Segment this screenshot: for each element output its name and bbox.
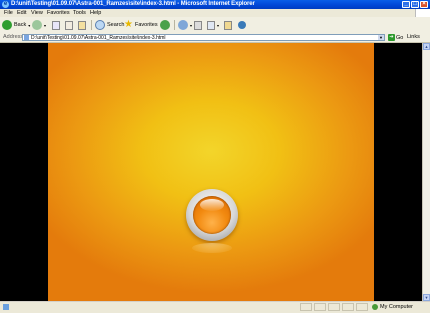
menu-edit[interactable]: Edit [17, 10, 26, 16]
address-bar: Address D:\unit\Testing\01.09.07\Astra-0… [0, 33, 430, 43]
toolbar-separator [91, 20, 92, 30]
security-zone: My Computer [372, 304, 413, 310]
mail-button[interactable]: ▾ [178, 19, 192, 31]
links-button[interactable]: Links [407, 34, 420, 40]
page-content: ▲ ▼ [0, 43, 430, 301]
refresh-icon [65, 20, 73, 30]
mail-icon [178, 20, 188, 30]
menu-favorites[interactable]: Favorites [47, 10, 70, 16]
computer-icon [372, 304, 378, 310]
back-arrow-icon [2, 20, 12, 30]
go-label: Go [396, 34, 404, 41]
title-bar: e D:\unit\Testing\01.09.07\Astra-001_Ram… [0, 0, 430, 9]
window-controls: _ □ × [402, 1, 428, 8]
folder-icon [224, 20, 232, 30]
address-value: D:\unit\Testing\01.09.07\Astra-001_Ramze… [31, 35, 166, 41]
scroll-up-icon[interactable]: ▲ [423, 43, 430, 50]
page-icon [24, 35, 29, 40]
ie-logo-icon: e [2, 1, 9, 8]
close-button[interactable]: × [420, 1, 428, 8]
favorites-label: Favorites [134, 22, 158, 28]
forward-dropdown-icon[interactable]: ▾ [44, 23, 46, 28]
stop-button[interactable] [52, 19, 60, 31]
zone-label: My Computer [380, 304, 414, 310]
history-button[interactable] [160, 19, 170, 31]
windows-flag-icon [415, 9, 430, 17]
messenger-button[interactable] [238, 19, 246, 31]
messenger-icon [238, 21, 246, 29]
maximize-button[interactable]: □ [411, 1, 419, 8]
go-button[interactable]: ➔ Go [388, 34, 403, 41]
search-label: Search [107, 22, 125, 28]
edit-button[interactable]: ▾ [207, 19, 219, 31]
minimize-button[interactable]: _ [402, 1, 410, 8]
back-button[interactable]: Back ▾ [2, 19, 30, 31]
orb-button[interactable] [186, 189, 238, 241]
flash-stage [48, 43, 374, 301]
status-panel [356, 303, 368, 311]
menu-help[interactable]: Help [90, 10, 101, 16]
toolbar-separator [174, 20, 175, 30]
search-icon [95, 20, 105, 30]
page-done-icon [3, 304, 9, 310]
back-label: Back [14, 22, 27, 28]
history-icon [160, 20, 170, 30]
toolbar: Back ▾ ▾ Search ★ Favorites ▾ ▾ [0, 17, 430, 34]
refresh-button[interactable] [65, 19, 73, 31]
home-icon [78, 20, 86, 30]
discuss-button[interactable] [224, 19, 232, 31]
favorites-button[interactable]: ★ Favorites [124, 19, 158, 31]
print-button[interactable] [194, 19, 202, 31]
search-button[interactable]: Search [95, 19, 124, 31]
address-input[interactable]: D:\unit\Testing\01.09.07\Astra-001_Ramze… [22, 34, 385, 41]
status-panel [300, 303, 312, 311]
stop-icon [52, 20, 60, 30]
status-panel [342, 303, 354, 311]
scroll-down-icon[interactable]: ▼ [423, 294, 430, 301]
status-panel [314, 303, 326, 311]
mail-dropdown-icon[interactable]: ▾ [190, 23, 192, 28]
forward-button[interactable]: ▾ [32, 19, 46, 31]
address-dropdown-icon[interactable]: ▼ [378, 35, 384, 40]
menu-file[interactable]: File [4, 10, 13, 16]
forward-arrow-icon [32, 20, 42, 30]
back-dropdown-icon[interactable]: ▾ [28, 23, 30, 28]
edit-dropdown-icon[interactable]: ▾ [217, 23, 219, 28]
status-panel [328, 303, 340, 311]
status-bar: My Computer [0, 301, 430, 313]
home-button[interactable] [78, 19, 86, 31]
orb-highlight [200, 199, 224, 211]
menu-tools[interactable]: Tools [73, 10, 86, 16]
print-icon [194, 20, 202, 30]
star-icon: ★ [124, 19, 133, 30]
orb-reflection [192, 243, 232, 253]
menu-view[interactable]: View [31, 10, 43, 16]
address-label: Address [3, 34, 24, 40]
orb-core [193, 196, 231, 234]
window-title: D:\unit\Testing\01.09.07\Astra-001_Ramze… [11, 1, 255, 7]
go-arrow-icon: ➔ [388, 34, 395, 41]
edit-icon [207, 20, 215, 30]
vertical-scrollbar[interactable]: ▲ ▼ [422, 43, 430, 301]
